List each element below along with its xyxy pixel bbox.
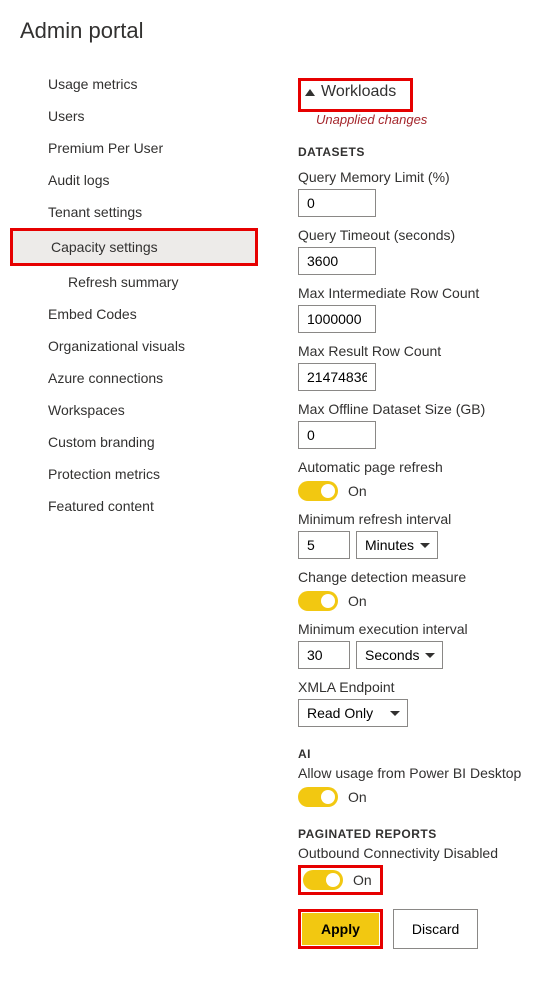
workloads-header[interactable]: Workloads — [298, 78, 413, 112]
sidebar-item-organizational-visuals[interactable]: Organizational visuals — [20, 330, 258, 362]
auto-refresh-state: On — [348, 483, 367, 499]
ai-group-label: AI — [298, 747, 557, 761]
min-refresh-unit-select[interactable]: Minutes — [356, 531, 438, 559]
sidebar-item-audit-logs[interactable]: Audit logs — [20, 164, 258, 196]
max-result-label: Max Result Row Count — [298, 343, 557, 359]
outbound-label: Outbound Connectivity Disabled — [298, 845, 557, 861]
max-offline-label: Max Offline Dataset Size (GB) — [298, 401, 557, 417]
ai-allow-state: On — [348, 789, 367, 805]
outbound-toggle[interactable] — [303, 870, 343, 890]
min-refresh-input[interactable] — [298, 531, 350, 559]
query-timeout-input[interactable] — [298, 247, 376, 275]
query-timeout-label: Query Timeout (seconds) — [298, 227, 557, 243]
apply-highlight: Apply — [298, 909, 383, 949]
min-refresh-label: Minimum refresh interval — [298, 511, 557, 527]
sidebar-item-users[interactable]: Users — [20, 100, 258, 132]
min-exec-label: Minimum execution interval — [298, 621, 557, 637]
discard-button[interactable]: Discard — [393, 909, 478, 949]
query-memory-label: Query Memory Limit (%) — [298, 169, 557, 185]
max-intermediate-label: Max Intermediate Row Count — [298, 285, 557, 301]
min-exec-input[interactable] — [298, 641, 350, 669]
sidebar-item-embed-codes[interactable]: Embed Codes — [20, 298, 258, 330]
auto-refresh-label: Automatic page refresh — [298, 459, 557, 475]
change-detect-label: Change detection measure — [298, 569, 557, 585]
sidebar-item-capacity-settings[interactable]: Capacity settings — [10, 228, 258, 266]
sidebar: Usage metrics Users Premium Per User Aud… — [20, 68, 258, 949]
sidebar-item-refresh-summary[interactable]: Refresh summary — [20, 266, 258, 298]
workloads-title: Workloads — [321, 83, 396, 101]
max-intermediate-input[interactable] — [298, 305, 376, 333]
sidebar-item-premium-per-user[interactable]: Premium Per User — [20, 132, 258, 164]
sidebar-item-custom-branding[interactable]: Custom branding — [20, 426, 258, 458]
max-result-input[interactable] — [298, 363, 376, 391]
page-title: Admin portal — [20, 18, 557, 44]
ai-allow-label: Allow usage from Power BI Desktop — [298, 765, 557, 781]
sidebar-item-tenant-settings[interactable]: Tenant settings — [20, 196, 258, 228]
sidebar-item-usage-metrics[interactable]: Usage metrics — [20, 68, 258, 100]
unapplied-changes-label: Unapplied changes — [316, 112, 557, 127]
sidebar-item-featured-content[interactable]: Featured content — [20, 490, 258, 522]
change-detect-toggle[interactable] — [298, 591, 338, 611]
sidebar-item-workspaces[interactable]: Workspaces — [20, 394, 258, 426]
min-exec-unit-select[interactable]: Seconds — [356, 641, 443, 669]
collapse-triangle-icon — [305, 89, 315, 96]
change-detect-state: On — [348, 593, 367, 609]
outbound-state: On — [353, 872, 372, 888]
auto-refresh-toggle[interactable] — [298, 481, 338, 501]
ai-allow-toggle[interactable] — [298, 787, 338, 807]
apply-button[interactable]: Apply — [302, 913, 379, 945]
query-memory-input[interactable] — [298, 189, 376, 217]
sidebar-item-azure-connections[interactable]: Azure connections — [20, 362, 258, 394]
max-offline-input[interactable] — [298, 421, 376, 449]
datasets-group-label: DATASETS — [298, 145, 557, 159]
xmla-select[interactable]: Read Only — [298, 699, 408, 727]
paginated-group-label: PAGINATED REPORTS — [298, 827, 557, 841]
outbound-toggle-highlight: On — [298, 865, 383, 895]
content-panel: Workloads Unapplied changes DATASETS Que… — [298, 68, 557, 949]
xmla-label: XMLA Endpoint — [298, 679, 557, 695]
sidebar-item-protection-metrics[interactable]: Protection metrics — [20, 458, 258, 490]
